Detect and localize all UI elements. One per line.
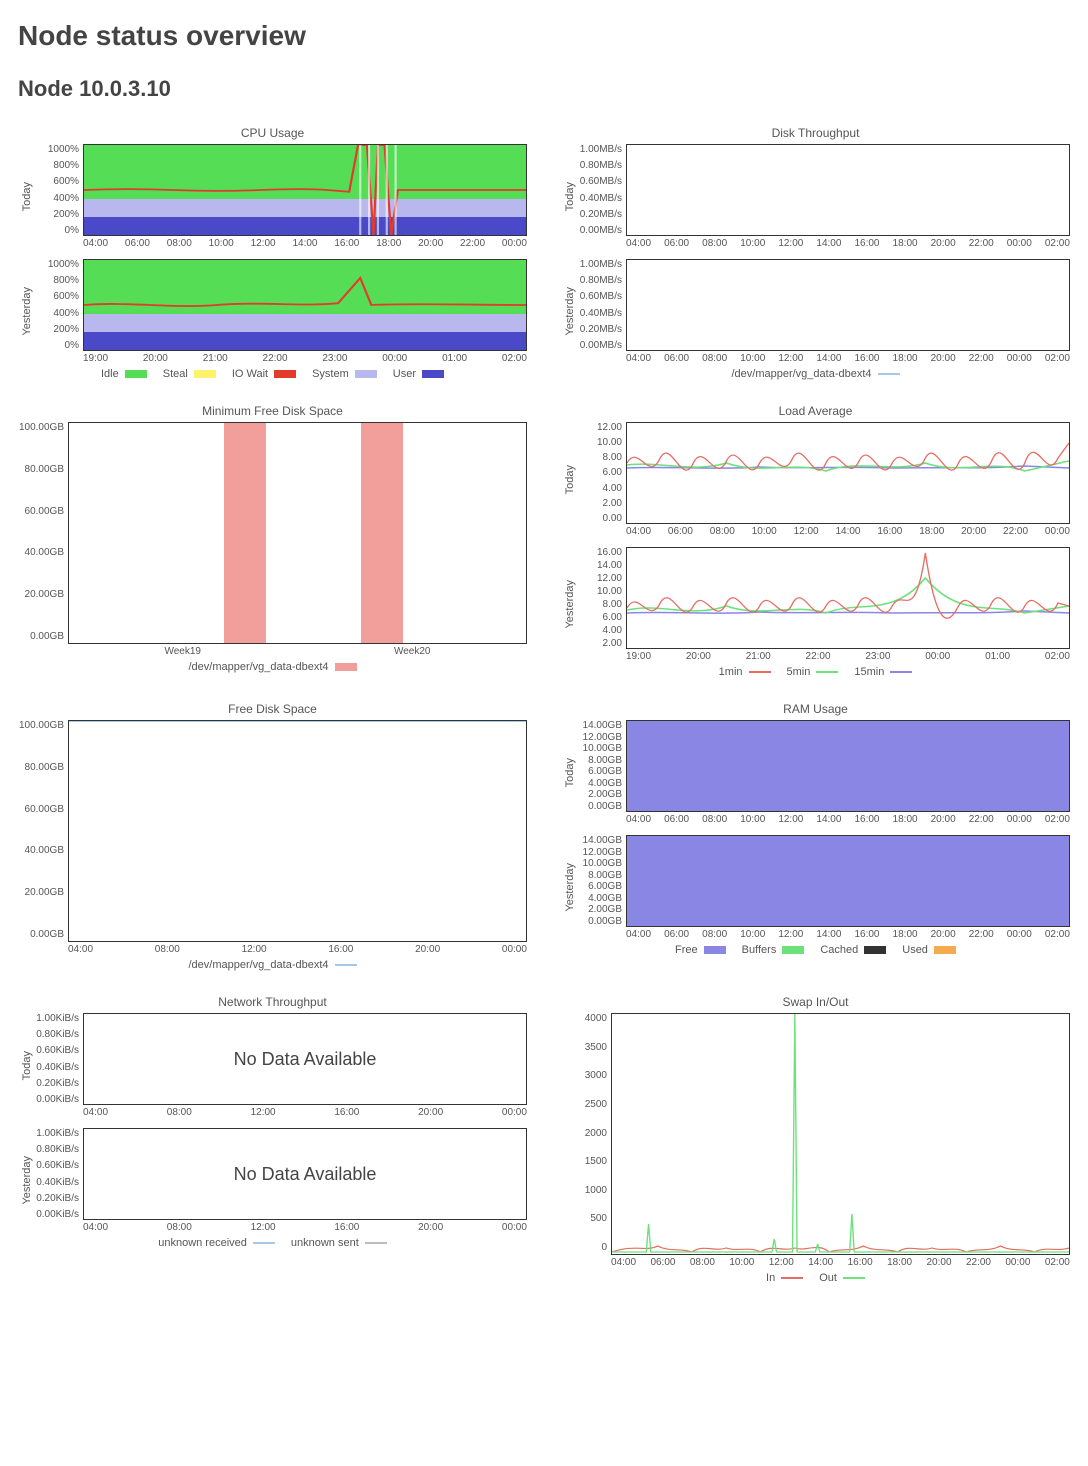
ram-block: RAM Usage Today 14.00GB12.00GB10.00GB8.0… — [561, 696, 1070, 971]
legend-item: Buffers — [742, 944, 805, 956]
legend-item: Used — [902, 944, 956, 956]
min-free-disk-title: Minimum Free Disk Space — [18, 404, 527, 418]
swap-title: Swap In/Out — [561, 995, 1070, 1009]
legend-item: Cached — [820, 944, 886, 956]
legend-item: unknown received — [158, 1237, 275, 1249]
today-label: Today — [18, 182, 33, 211]
legend-item: /dev/mapper/vg_data-dbext4 — [188, 959, 356, 971]
legend-item: IO Wait — [232, 368, 296, 380]
load-avg-block: Load Average Today 12.0010.008.006.004.0… — [561, 398, 1070, 678]
load-avg-title: Load Average — [561, 404, 1070, 418]
no-data-label: No Data Available — [84, 1014, 526, 1104]
free-disk-title: Free Disk Space — [18, 702, 527, 716]
free-disk-block: Free Disk Space 100.00GB80.00GB60.00GB40… — [18, 696, 527, 971]
legend-item: /dev/mapper/vg_data-dbext4 — [731, 368, 899, 380]
disk-throughput-title: Disk Throughput — [561, 126, 1070, 140]
yesterday-label: Yesterday — [18, 287, 33, 336]
legend-item: User — [393, 368, 444, 380]
legend-item: unknown sent — [291, 1237, 387, 1249]
legend-item: Steal — [163, 368, 216, 380]
legend-item: 5min — [787, 666, 839, 678]
cpu-title: CPU Usage — [18, 126, 527, 140]
min-free-disk-block: Minimum Free Disk Space 100.00GB80.00GB6… — [18, 398, 527, 678]
page-title: Node status overview — [18, 20, 1070, 52]
net-block: Network Throughput Today 1.00KiB/s0.80Ki… — [18, 989, 527, 1284]
swap-block: Swap In/Out 4000350030002500200015001000… — [561, 989, 1070, 1284]
cpu-usage-block: CPU Usage Today 1000%800%600%400%200%0% — [18, 120, 527, 380]
ram-title: RAM Usage — [561, 702, 1070, 716]
legend-item: Idle — [101, 368, 147, 380]
no-data-label: No Data Available — [84, 1129, 526, 1219]
legend-item: System — [312, 368, 377, 380]
node-title: Node 10.0.3.10 — [18, 76, 1070, 102]
net-title: Network Throughput — [18, 995, 527, 1009]
legend-item: Free — [675, 944, 726, 956]
legend-item: In — [766, 1272, 803, 1284]
legend-item: 15min — [854, 666, 912, 678]
legend-item: Out — [819, 1272, 865, 1284]
disk-throughput-block: Disk Throughput Today 1.00MB/s0.80MB/s0.… — [561, 120, 1070, 380]
legend-item: 1min — [719, 666, 771, 678]
legend-item: /dev/mapper/vg_data-dbext4 — [188, 661, 356, 673]
